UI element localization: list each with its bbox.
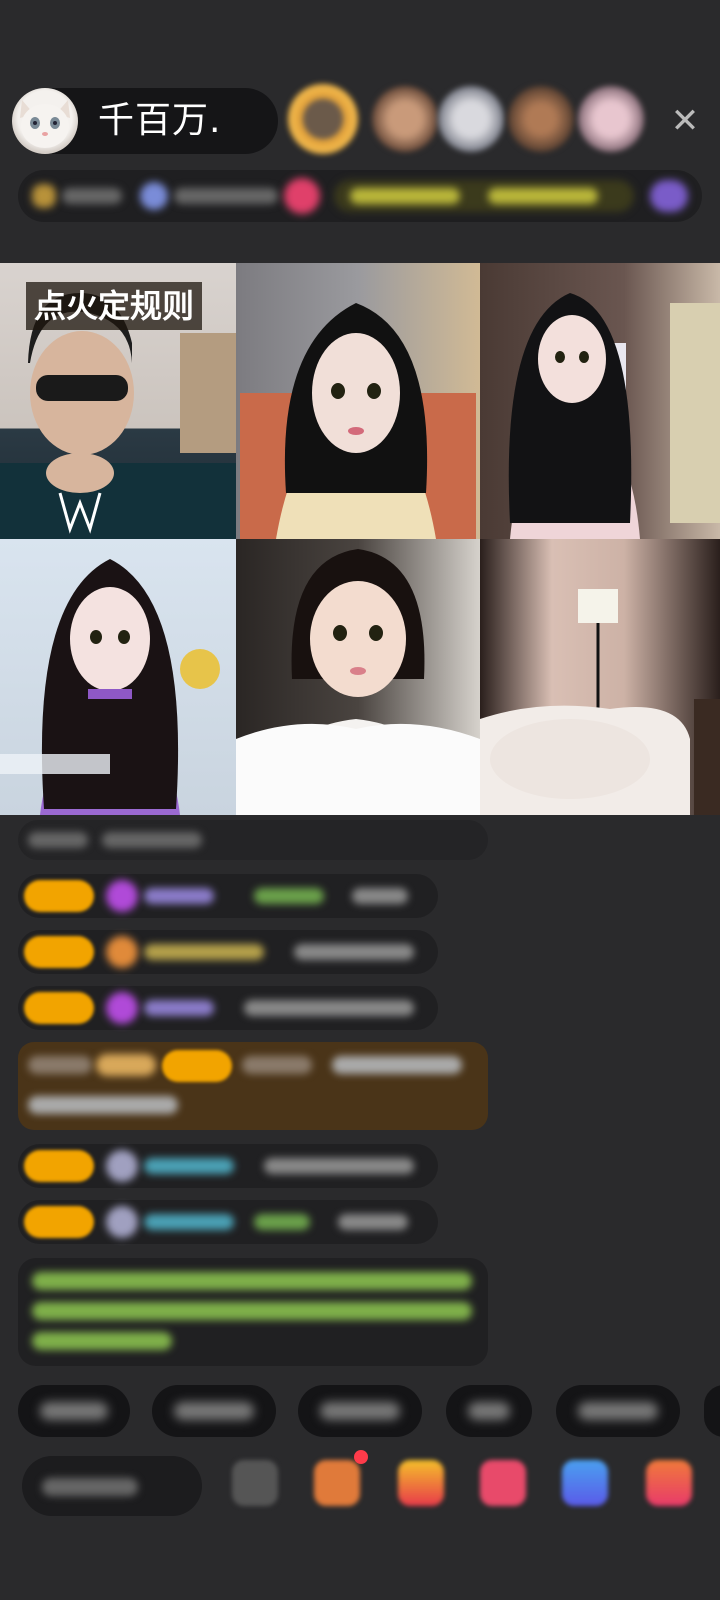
cat-avatar-icon (20, 100, 70, 148)
system-notice (18, 1258, 488, 1366)
video-grid (0, 263, 720, 815)
guest-figure (236, 549, 480, 815)
video-tile-guest-2[interactable] (480, 263, 720, 539)
quick-reply-chip[interactable] (18, 1385, 130, 1437)
stream-title-tag: 点火定规则 (26, 282, 203, 330)
chat-message (18, 1200, 438, 1244)
chat-message-highlight (18, 1042, 488, 1130)
chat-message (18, 1144, 438, 1188)
close-icon[interactable]: ✕ (665, 101, 705, 141)
more-icon[interactable] (646, 1460, 692, 1506)
chat-message (18, 874, 438, 918)
chat-input[interactable] (22, 1456, 202, 1516)
viewer-avatar[interactable] (438, 86, 504, 152)
quick-reply-chip[interactable] (556, 1385, 680, 1437)
gift-icon[interactable] (398, 1460, 444, 1506)
video-tile-guest-1[interactable] (236, 263, 480, 539)
viewer-avatar[interactable] (372, 86, 438, 152)
heart-icon[interactable] (480, 1460, 526, 1506)
empty-room-scene (480, 589, 720, 815)
chat-message (18, 986, 438, 1030)
host-avatar[interactable] (12, 88, 78, 154)
video-tile-guest-3[interactable] (0, 539, 236, 815)
guest-figure (508, 293, 720, 539)
emoji-icon[interactable] (232, 1460, 278, 1506)
chat-message (18, 930, 438, 974)
room-info-bar[interactable] (18, 170, 702, 222)
video-tile-guest-4[interactable] (236, 539, 480, 815)
guest-figure (0, 559, 220, 815)
notification-dot (354, 1450, 368, 1464)
quick-reply-chip[interactable] (446, 1385, 532, 1437)
quick-reply-chip[interactable] (152, 1385, 276, 1437)
host-name: 千百万. (98, 100, 222, 141)
video-tile-guest-5[interactable] (480, 539, 720, 815)
quick-reply-chip[interactable] (704, 1385, 720, 1437)
viewer-avatar[interactable] (288, 84, 358, 154)
share-icon[interactable] (562, 1460, 608, 1506)
gift-box-icon[interactable] (314, 1460, 360, 1506)
viewer-avatar[interactable] (578, 86, 644, 152)
viewer-avatar[interactable] (508, 86, 574, 152)
chat-message (18, 820, 488, 860)
quick-reply-chip[interactable] (298, 1385, 422, 1437)
guest-figure (240, 303, 476, 539)
